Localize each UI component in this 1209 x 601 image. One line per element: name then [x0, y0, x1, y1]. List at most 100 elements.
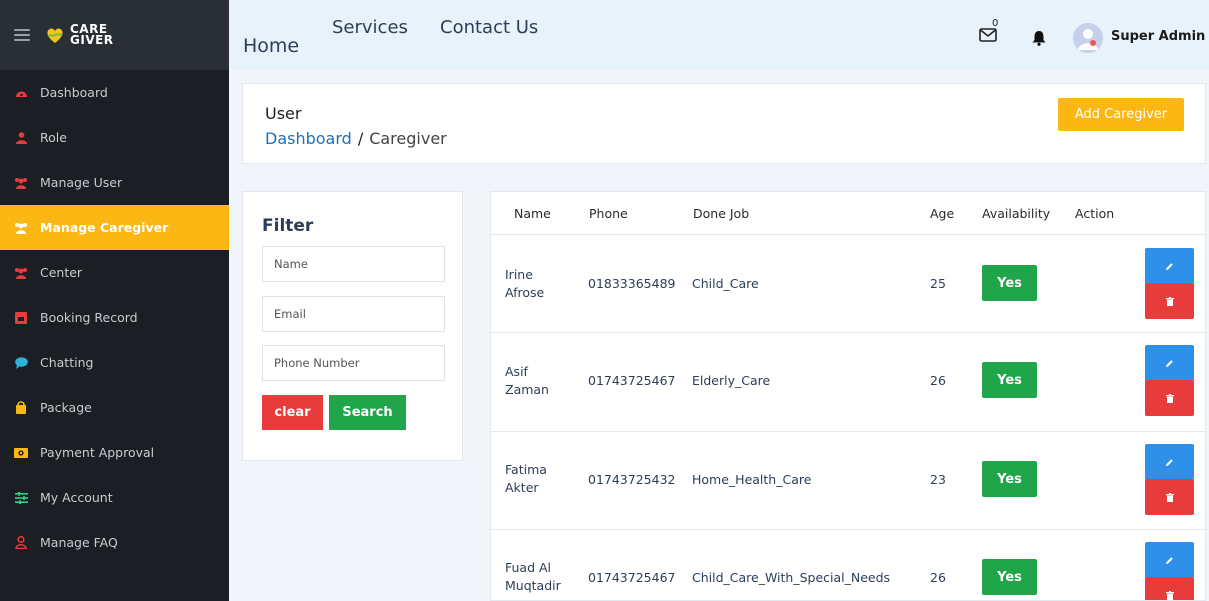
breadcrumb: Dashboard / Caregiver — [265, 129, 447, 148]
users-icon — [14, 221, 28, 235]
availability-yes-button[interactable]: Yes — [982, 461, 1037, 497]
nav-link-services[interactable]: Services — [332, 17, 408, 38]
delete-button[interactable] — [1145, 577, 1194, 600]
pencil-icon — [1166, 359, 1173, 367]
sidebar: CARE GIVER Dashboard Role Manage User Ma… — [0, 0, 229, 601]
sidebar-item-label: Package — [40, 400, 92, 415]
cell-name-line1: Asif — [505, 364, 528, 379]
column-header-phone: Phone — [589, 206, 628, 221]
page-header-card: User Dashboard / Caregiver Add Caregiver — [242, 83, 1206, 164]
search-button[interactable]: Search — [329, 395, 406, 430]
nav-link-home[interactable]: Home — [243, 35, 299, 57]
sidebar-item-label: Manage Caregiver — [40, 220, 169, 235]
pencil-icon — [1166, 556, 1173, 564]
cell-phone: 01743725432 — [588, 472, 676, 487]
edit-button[interactable] — [1145, 248, 1194, 284]
avatar[interactable] — [1073, 23, 1103, 53]
nav-link-contact-us[interactable]: Contact Us — [440, 17, 538, 38]
bell-icon[interactable] — [1032, 30, 1046, 46]
cell-name-line1: Fuad Al — [505, 560, 552, 575]
delete-button[interactable] — [1145, 283, 1194, 319]
money-icon — [14, 446, 28, 460]
sidebar-item-package[interactable]: Package — [0, 385, 229, 430]
cell-age: 26 — [930, 570, 946, 585]
availability-yes-button[interactable]: Yes — [982, 559, 1037, 595]
sliders-icon — [14, 491, 28, 505]
sidebar-item-role[interactable]: Role — [0, 115, 229, 160]
cell-name-line2: Zaman — [505, 382, 549, 397]
cell-done-job: Home_Health_Care — [692, 472, 812, 487]
mail-icon[interactable] — [979, 27, 1001, 45]
availability-yes-button[interactable]: Yes — [982, 362, 1037, 398]
sidebar-item-manage-faq[interactable]: Manage FAQ — [0, 520, 229, 565]
phone-filter-input[interactable]: Phone Number — [262, 345, 445, 381]
table-row: Asif Zaman 01743725467 Elderly_Care 26 Y… — [491, 334, 1205, 432]
sidebar-item-label: My Account — [40, 490, 113, 505]
cell-name-line2: Akter — [505, 480, 539, 495]
users-icon — [14, 266, 28, 280]
cell-done-job: Child_Care — [692, 276, 759, 291]
edit-button[interactable] — [1145, 345, 1194, 381]
column-header-done-job: Done Job — [693, 206, 750, 221]
sidebar-item-label: Manage FAQ — [40, 535, 118, 550]
edit-button[interactable] — [1145, 542, 1194, 578]
mail-count-badge: 0 — [992, 18, 999, 29]
sidebar-item-label: Chatting — [40, 355, 94, 370]
cell-phone: 01743725467 — [588, 373, 676, 388]
availability-yes-button[interactable]: Yes — [982, 265, 1037, 301]
pencil-icon — [1166, 262, 1173, 270]
sidebar-item-manage-user[interactable]: Manage User — [0, 160, 229, 205]
filter-panel: Filter Name Email Phone Number clear Sea… — [242, 191, 463, 461]
table-row: Fuad Al Muqtadir 01743725467 Child_Care_… — [491, 530, 1205, 600]
logo[interactable]: CARE GIVER — [44, 23, 114, 47]
sidebar-item-manage-caregiver[interactable]: Manage Caregiver — [0, 205, 229, 250]
sidebar-item-label: Dashboard — [40, 85, 108, 100]
sidebar-item-label: Center — [40, 265, 83, 280]
page-title: User — [265, 104, 302, 123]
top-navbar: Home Services Contact Us 0 Super Admin — [229, 0, 1209, 70]
trash-icon — [1165, 393, 1174, 403]
sidebar-item-chatting[interactable]: Chatting — [0, 340, 229, 385]
cell-age: 26 — [930, 373, 946, 388]
sidebar-item-center[interactable]: Center — [0, 250, 229, 295]
breadcrumb-link-dashboard[interactable]: Dashboard — [265, 129, 352, 148]
sidebar-item-payment-approval[interactable]: Payment Approval — [0, 430, 229, 475]
cell-name: Asif Zaman — [505, 363, 585, 399]
sidebar-item-label: Role — [40, 130, 67, 145]
user-icon — [14, 131, 28, 145]
trash-icon — [1165, 492, 1174, 502]
cell-done-job: Child_Care_With_Special_Needs — [692, 570, 891, 585]
cell-phone: 01833365489 — [588, 276, 676, 291]
email-filter-input[interactable]: Email — [262, 296, 445, 332]
column-header-availability: Availability — [982, 206, 1051, 221]
sidebar-item-label: Booking Record — [40, 310, 138, 325]
cell-name-line2: Afrose — [505, 285, 545, 300]
sidebar-item-label: Manage User — [40, 175, 123, 190]
sidebar-header: CARE GIVER — [0, 0, 229, 70]
cell-name: Fatima Akter — [505, 461, 585, 497]
delete-button[interactable] — [1145, 380, 1194, 416]
table-header: Name Phone Done Job Age Availability Act… — [491, 192, 1205, 235]
delete-button[interactable] — [1145, 479, 1194, 515]
sidebar-item-label: Payment Approval — [40, 445, 155, 460]
edit-button[interactable] — [1145, 444, 1194, 480]
table-row: Irine Afrose 01833365489 Child_Care 25 Y… — [491, 235, 1205, 333]
admin-name[interactable]: Super Admin — [1111, 29, 1205, 44]
breadcrumb-separator: / — [357, 129, 364, 148]
hamburger-menu-icon[interactable] — [14, 29, 30, 41]
add-caregiver-button[interactable]: Add Caregiver — [1058, 98, 1184, 131]
sidebar-item-booking-record[interactable]: Booking Record — [0, 295, 229, 340]
name-filter-input[interactable]: Name — [262, 246, 445, 282]
trash-icon — [1165, 590, 1174, 600]
trash-icon — [1165, 296, 1174, 306]
clear-button[interactable]: clear — [262, 395, 323, 430]
cell-done-job: Elderly_Care — [692, 373, 771, 388]
sidebar-item-my-account[interactable]: My Account — [0, 475, 229, 520]
column-header-age: Age — [930, 206, 955, 221]
logo-text-line2: GIVER — [70, 33, 114, 47]
sidebar-item-dashboard[interactable]: Dashboard — [0, 70, 229, 115]
users-icon — [14, 176, 28, 190]
filter-title: Filter — [262, 216, 314, 236]
cell-age: 25 — [930, 276, 946, 291]
dashboard-icon — [14, 86, 28, 100]
